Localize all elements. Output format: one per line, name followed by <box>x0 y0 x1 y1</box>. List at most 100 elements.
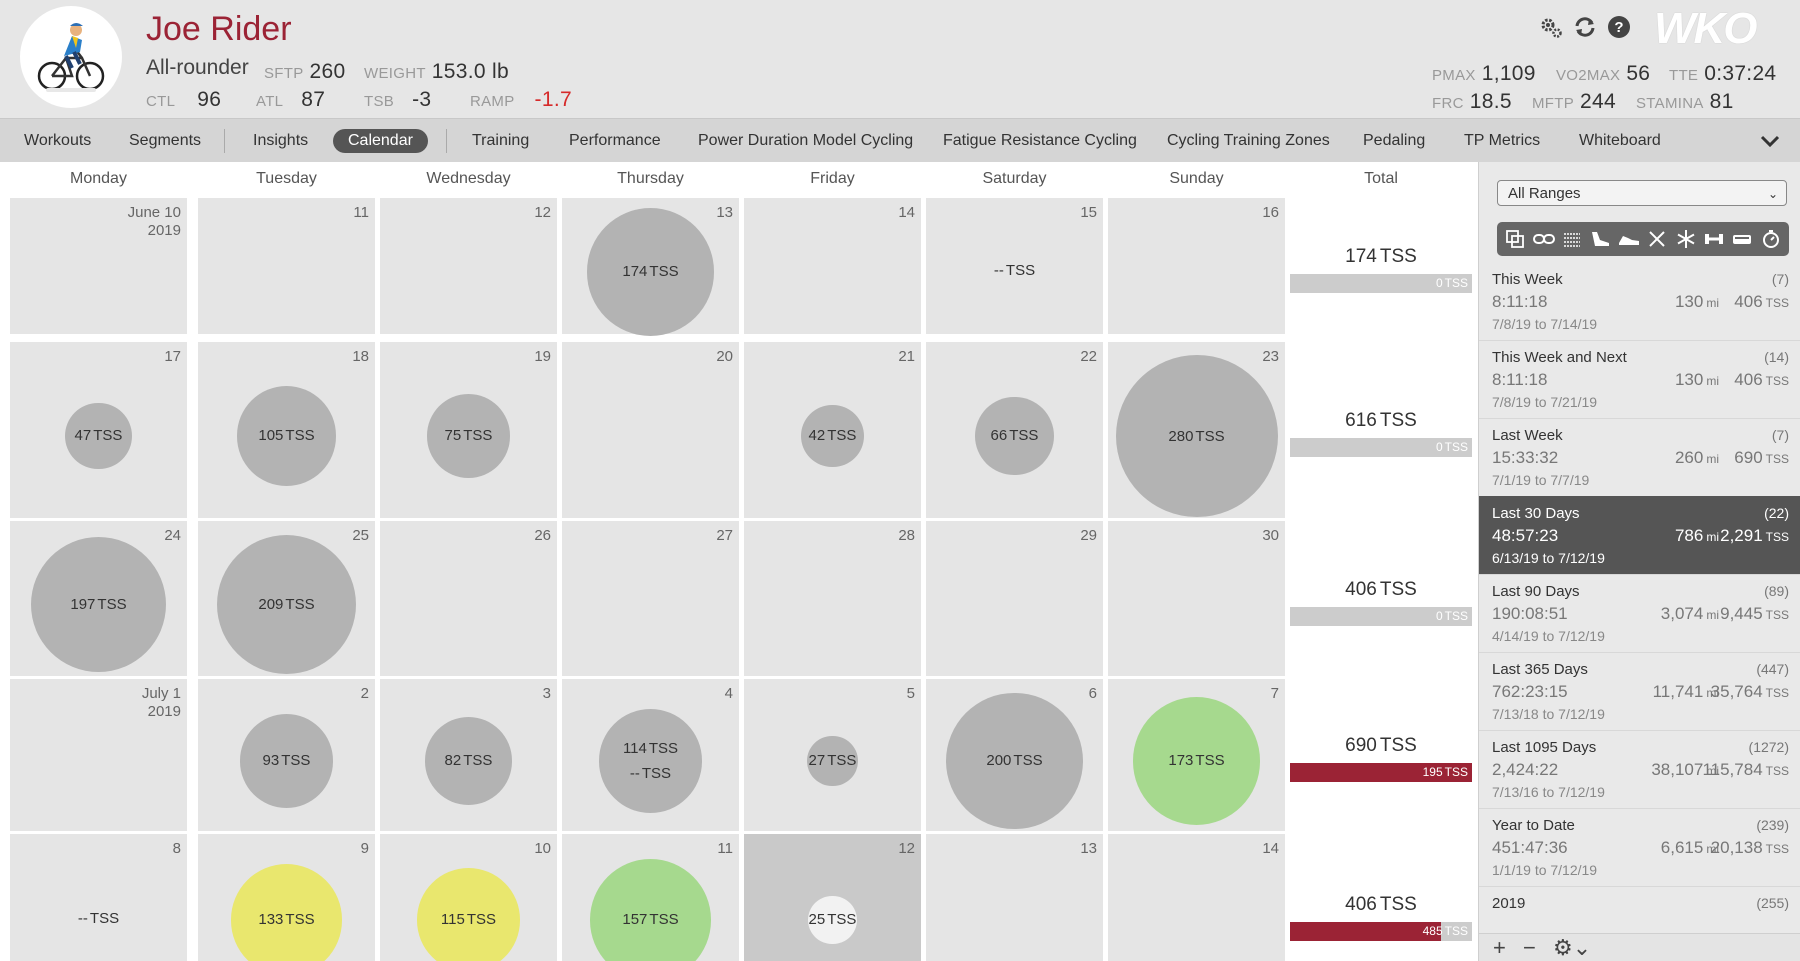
tss-value[interactable]: -- TSS <box>10 910 187 927</box>
tss-bubble[interactable]: 93 TSS <box>239 714 334 808</box>
calendar-day[interactable]: 10 115 TSS <box>380 834 557 961</box>
tab-performance[interactable]: Performance <box>569 129 661 153</box>
calendar-day[interactable]: 30 <box>1108 521 1285 676</box>
settings-menu-icon[interactable]: ⚙⌄ <box>1553 937 1591 959</box>
calendar-day[interactable]: 19 75 TSS <box>380 342 557 518</box>
tss-bubble[interactable]: 82 TSS <box>424 717 513 805</box>
calendar-day[interactable]: 8 -- TSS <box>10 834 187 961</box>
calendar-day[interactable]: 9 133 TSS <box>198 834 375 961</box>
run-shoe-icon[interactable] <box>1589 228 1611 250</box>
tss-bubble[interactable]: 105 TSS <box>236 386 337 486</box>
tab-calendar[interactable]: Calendar <box>333 129 428 153</box>
range-row[interactable]: Last 30 Days (22) 48:57:23 786 mi 2,291 TSS 6/1… <box>1479 496 1800 575</box>
chevron-down-icon[interactable] <box>1756 127 1784 155</box>
tab-training[interactable]: Training <box>472 129 529 153</box>
tab-segments[interactable]: Segments <box>129 129 201 153</box>
range-row[interactable]: Last Week (7) 15:33:32 260 mi 690 TSS 7/1/19 to… <box>1479 418 1800 497</box>
calendar-day[interactable]: 11 157 TSS <box>562 834 739 961</box>
calendar-day[interactable]: 4 114 TSS -- TSS <box>562 679 739 831</box>
range-row[interactable]: This Week (7) 8:11:18 130 mi 406 TSS 7/8/19 to … <box>1479 262 1800 341</box>
calendar-day[interactable]: July 1 2019 <box>10 679 187 831</box>
tab-pedaling[interactable]: Pedaling <box>1363 129 1425 153</box>
tss-bubble[interactable]: 27 TSS <box>807 735 858 787</box>
tss-value[interactable]: -- TSS <box>926 262 1103 279</box>
tab-insights[interactable]: Insights <box>253 129 308 153</box>
calendar-day[interactable]: 25 209 TSS <box>198 521 375 676</box>
calendar-day[interactable]: 23 280 TSS <box>1108 342 1285 518</box>
tss-bubble[interactable]: 209 TSS <box>216 534 357 675</box>
range-filter-select[interactable]: All Ranges ⌄ <box>1497 180 1787 206</box>
calendar-day[interactable]: 17 47 TSS <box>10 342 187 518</box>
calendar-day[interactable]: 16 <box>1108 198 1285 334</box>
range-row[interactable]: Last 90 Days (89) 190:08:51 3,074 mi 9,445 TSS… <box>1479 574 1800 653</box>
tss-bubble[interactable]: 280 TSS <box>1115 355 1278 517</box>
calendar-day[interactable]: 28 <box>744 521 921 676</box>
calendar-day[interactable]: 12 <box>380 198 557 334</box>
total-unit: TSS <box>1379 246 1417 267</box>
tss-value: 105 TSS <box>258 427 314 444</box>
planned-number: 0 <box>1435 608 1443 623</box>
calendar-day[interactable]: 5 27 TSS <box>744 679 921 831</box>
calendar-day[interactable]: 14 <box>1108 834 1285 961</box>
calendar-day[interactable]: 27 <box>562 521 739 676</box>
tss-bubble[interactable]: 173 TSS <box>1132 697 1261 825</box>
range-row[interactable]: This Week and Next (14) 8:11:18 130 mi 406 TSS… <box>1479 340 1800 419</box>
athlete-avatar[interactable] <box>20 6 122 108</box>
tab-power-duration-model-cycling[interactable]: Power Duration Model Cycling <box>698 129 913 153</box>
calendar-day[interactable]: 13 <box>926 834 1103 961</box>
strength-icon[interactable] <box>1703 228 1725 250</box>
calendar-day[interactable]: 13 174 TSS <box>562 198 739 336</box>
tss-bubble[interactable]: 114 TSS -- TSS <box>598 709 703 813</box>
copy-icon[interactable] <box>1504 228 1526 250</box>
add-icon[interactable]: + <box>1493 937 1506 959</box>
tab-cycling-training-zones[interactable]: Cycling Training Zones <box>1167 129 1330 153</box>
ski-icon[interactable] <box>1646 228 1668 250</box>
tss-bubble[interactable]: 75 TSS <box>426 394 511 478</box>
tss-bubble[interactable]: 157 TSS <box>589 859 712 961</box>
tss-bubble[interactable]: 66 TSS <box>975 396 1054 476</box>
tss-bubble[interactable]: 200 TSS <box>946 692 1083 830</box>
calendar-day[interactable]: 18 105 TSS <box>198 342 375 518</box>
calendar-day[interactable]: 6 200 TSS <box>926 679 1103 831</box>
tab-fatigue-resistance-cycling[interactable]: Fatigue Resistance Cycling <box>943 129 1137 153</box>
chain-icon[interactable] <box>1532 228 1555 250</box>
tss-bubble[interactable]: 133 TSS <box>230 864 343 961</box>
gear-icon[interactable] <box>1538 14 1564 40</box>
snowflake-icon[interactable] <box>1675 228 1697 250</box>
calendar-day[interactable]: 11 <box>198 198 375 334</box>
calendar-day[interactable]: June 10 2019 <box>10 198 187 334</box>
calendar-day[interactable]: 22 66 TSS <box>926 342 1103 518</box>
tab-tp-metrics[interactable]: TP Metrics <box>1464 129 1540 153</box>
calendar-day[interactable]: 29 <box>926 521 1103 676</box>
remove-icon[interactable]: − <box>1523 937 1536 959</box>
calendar-day[interactable]: 15 -- TSS <box>926 198 1103 334</box>
range-count: (255) <box>1756 895 1789 911</box>
tss-bubble[interactable]: 47 TSS <box>65 402 132 470</box>
calendar-day[interactable]: 7 173 TSS <box>1108 679 1285 831</box>
range-row[interactable]: Last 365 Days (447) 762:23:15 11,741 mi 35,76… <box>1479 652 1800 731</box>
tss-bubble[interactable]: 42 TSS <box>801 404 864 468</box>
calendar-day[interactable]: 14 <box>744 198 921 334</box>
tss-bubble[interactable]: 174 TSS <box>586 208 715 336</box>
shoe-icon[interactable] <box>1618 228 1640 250</box>
calendar-day[interactable]: 24 197 TSS <box>10 521 187 676</box>
calendar-day[interactable]: 3 82 TSS <box>380 679 557 831</box>
calendar-day[interactable]: 12 25 TSS <box>744 834 921 961</box>
help-icon[interactable]: ? <box>1606 14 1632 40</box>
metric-value: -1.7 <box>534 88 572 111</box>
calendar-day[interactable]: 21 42 TSS <box>744 342 921 518</box>
tab-whiteboard[interactable]: Whiteboard <box>1579 129 1661 153</box>
swim-icon[interactable] <box>1561 228 1583 250</box>
calendar-day[interactable]: 20 <box>562 342 739 518</box>
calendar-day[interactable]: 2 93 TSS <box>198 679 375 831</box>
stopwatch-icon[interactable] <box>1760 228 1782 250</box>
range-row[interactable]: Last 1095 Days (1272) 2,424:22 38,107 mi 115,… <box>1479 730 1800 809</box>
tss-bubble[interactable]: 115 TSS <box>416 868 521 961</box>
tab-workouts[interactable]: Workouts <box>24 129 91 153</box>
calendar-day[interactable]: 26 <box>380 521 557 676</box>
range-row[interactable]: Year to Date (239) 451:47:36 6,615 mi 20,138 T… <box>1479 808 1800 887</box>
tss-bubble[interactable]: 25 TSS <box>808 895 857 945</box>
sync-icon[interactable] <box>1572 14 1598 40</box>
rowing-icon[interactable] <box>1731 228 1753 250</box>
tss-bubble[interactable]: 197 TSS <box>30 536 167 673</box>
